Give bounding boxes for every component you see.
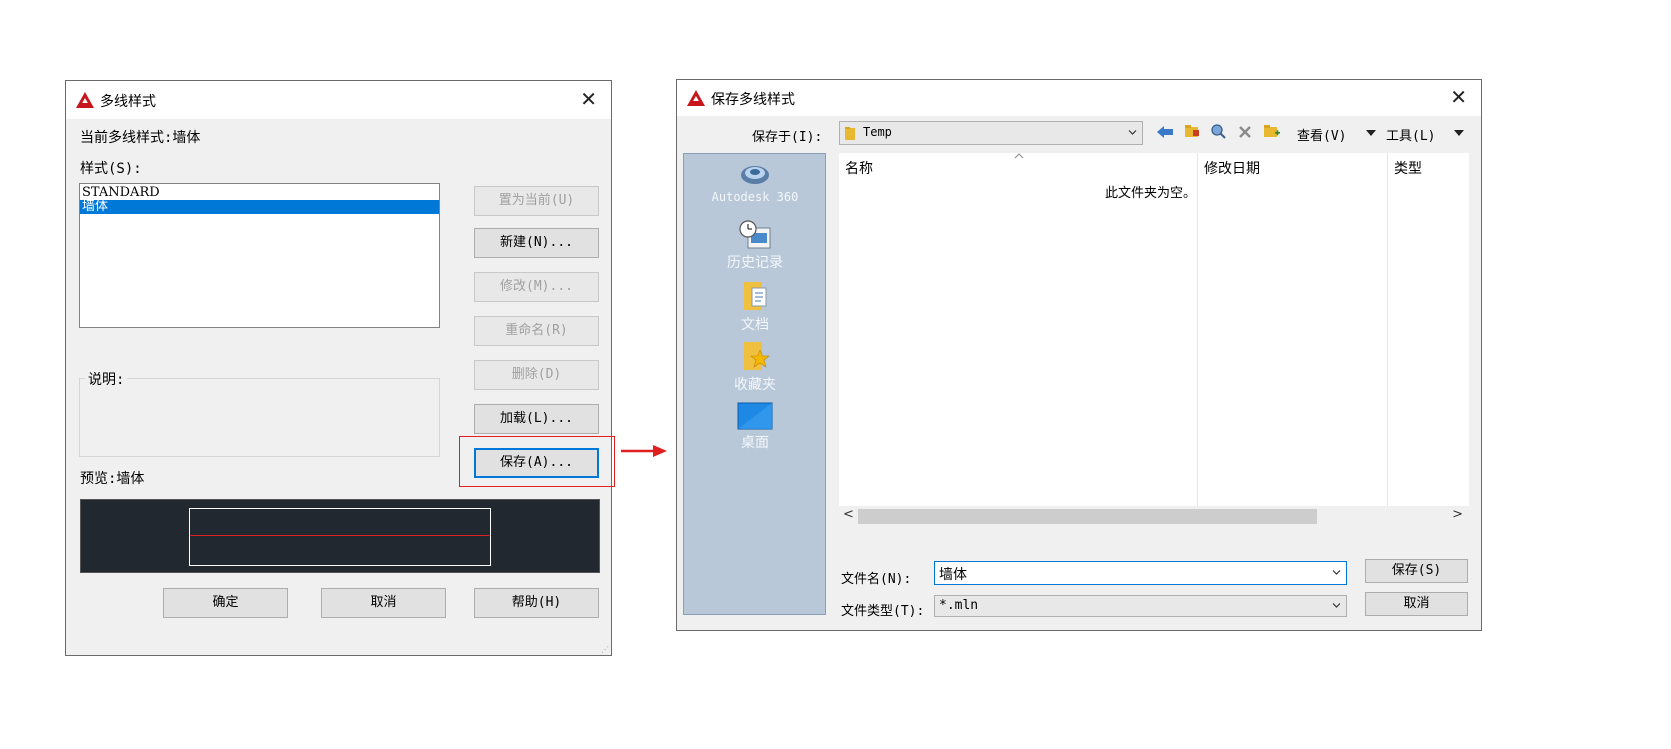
- desktop-icon: [737, 402, 773, 430]
- scroll-right-icon[interactable]: >: [1452, 507, 1463, 522]
- chevron-down-icon[interactable]: [1332, 601, 1341, 610]
- save-in-value: Temp: [863, 125, 892, 139]
- documents-icon: [744, 282, 767, 310]
- up-folder-icon[interactable]: [1184, 123, 1200, 139]
- arrow-right-icon: [621, 445, 667, 457]
- multiline-style-dialog: 多线样式 ✕ 当前多线样式:墙体 样式(S): STANDARD 墙体 置为当前…: [65, 80, 612, 656]
- place-label: 文档: [741, 317, 769, 333]
- place-favorites[interactable]: 收藏夹: [684, 340, 826, 394]
- place-documents[interactable]: 文档: [684, 280, 826, 334]
- cancel-file-button[interactable]: 取消: [1365, 592, 1468, 616]
- list-item-standard[interactable]: STANDARD: [80, 186, 439, 200]
- place-history[interactable]: 历史记录: [684, 220, 826, 272]
- styles-label: 样式(S):: [80, 161, 142, 177]
- autocad-logo-icon: [76, 92, 94, 108]
- save-button-highlight: [459, 436, 615, 487]
- filename-label: 文件名(N):: [841, 572, 912, 587]
- save-file-button[interactable]: 保存(S): [1365, 559, 1468, 583]
- description-groupbox: [79, 378, 440, 457]
- help-button[interactable]: 帮助(H): [474, 588, 599, 618]
- delete-button[interactable]: 删除(D): [474, 360, 599, 390]
- preview-panel: [80, 499, 600, 573]
- column-header-type[interactable]: 类型: [1394, 158, 1422, 178]
- filename-value: 墙体: [939, 567, 967, 583]
- dialog-title: 保存多线样式: [711, 92, 795, 108]
- column-header-modified[interactable]: 修改日期: [1204, 158, 1260, 178]
- history-icon: [739, 220, 771, 249]
- scroll-left-icon[interactable]: <: [843, 507, 854, 522]
- load-button[interactable]: 加载(L)...: [474, 404, 599, 434]
- save-multiline-dialog: 保存多线样式 ✕ 保存于(I): Temp 查看(V) 工具(L) Autode…: [676, 79, 1482, 631]
- empty-folder-message: 此文件夹为空。: [1105, 186, 1197, 201]
- chevron-down-icon: [1128, 130, 1137, 135]
- current-style-label: 当前多线样式:墙体: [80, 130, 201, 146]
- place-label: 历史记录: [727, 255, 783, 271]
- back-arrow-icon[interactable]: [1157, 125, 1173, 139]
- chevron-down-icon[interactable]: [1332, 568, 1341, 577]
- filetype-label: 文件类型(T):: [841, 604, 925, 619]
- save-in-label: 保存于(I):: [752, 130, 823, 145]
- view-menu[interactable]: 查看(V): [1297, 125, 1346, 144]
- file-list[interactable]: 名称 修改日期 类型 此文件夹为空。 < >: [839, 153, 1469, 526]
- place-autodesk-360[interactable]: Autodesk 360: [684, 160, 826, 204]
- new-folder-icon[interactable]: [1263, 123, 1281, 139]
- preview-frame: [189, 508, 491, 566]
- tools-menu[interactable]: 工具(L): [1386, 125, 1435, 144]
- favorites-icon: [744, 342, 770, 370]
- folder-icon: [845, 127, 855, 140]
- place-label: 桌面: [741, 435, 769, 451]
- styles-listbox[interactable]: STANDARD 墙体: [79, 183, 440, 328]
- description-label: 说明:: [85, 369, 128, 389]
- filetype-combobox[interactable]: *.mln: [934, 595, 1347, 617]
- horizontal-scrollbar[interactable]: < >: [839, 506, 1469, 526]
- search-web-icon[interactable]: [1210, 123, 1227, 140]
- tools-dropdown-icon[interactable]: [1454, 130, 1464, 136]
- place-label: 收藏夹: [734, 377, 776, 393]
- column-divider[interactable]: [1197, 153, 1198, 506]
- place-desktop[interactable]: 桌面: [684, 402, 826, 452]
- autocad-logo-icon: [687, 90, 705, 106]
- close-icon[interactable]: ✕: [1450, 87, 1467, 107]
- save-in-combobox[interactable]: Temp: [839, 121, 1143, 145]
- places-bar: Autodesk 360 历史记录 文档 收藏夹 桌面: [683, 153, 826, 615]
- column-divider[interactable]: [1387, 153, 1388, 506]
- filename-combobox[interactable]: 墙体: [934, 561, 1347, 585]
- cancel-button[interactable]: 取消: [321, 588, 446, 618]
- title-bar: 保存多线样式 ✕: [677, 80, 1481, 116]
- modify-button[interactable]: 修改(M)...: [474, 272, 599, 302]
- rename-button[interactable]: 重命名(R): [474, 316, 599, 346]
- close-icon[interactable]: ✕: [580, 89, 597, 109]
- place-label: Autodesk 360: [711, 190, 799, 204]
- filetype-value: *.mln: [939, 598, 979, 613]
- autodesk-360-icon: [741, 166, 769, 184]
- dialog-title: 多线样式: [100, 94, 156, 110]
- list-item-wall[interactable]: 墙体: [80, 200, 439, 214]
- delete-icon[interactable]: [1238, 125, 1252, 139]
- sort-indicator-icon: [1014, 153, 1024, 159]
- view-dropdown-icon[interactable]: [1366, 130, 1376, 136]
- set-current-button[interactable]: 置为当前(U): [474, 186, 599, 216]
- scrollbar-thumb[interactable]: [858, 509, 1317, 524]
- title-bar: 多线样式 ✕: [66, 81, 611, 119]
- preview-multiline: [190, 535, 490, 536]
- new-button[interactable]: 新建(N)...: [474, 228, 599, 258]
- resize-grip-icon[interactable]: ⋰: [601, 645, 609, 654]
- column-header-name[interactable]: 名称: [845, 158, 873, 178]
- preview-label: 预览:墙体: [80, 471, 145, 487]
- ok-button[interactable]: 确定: [163, 588, 288, 618]
